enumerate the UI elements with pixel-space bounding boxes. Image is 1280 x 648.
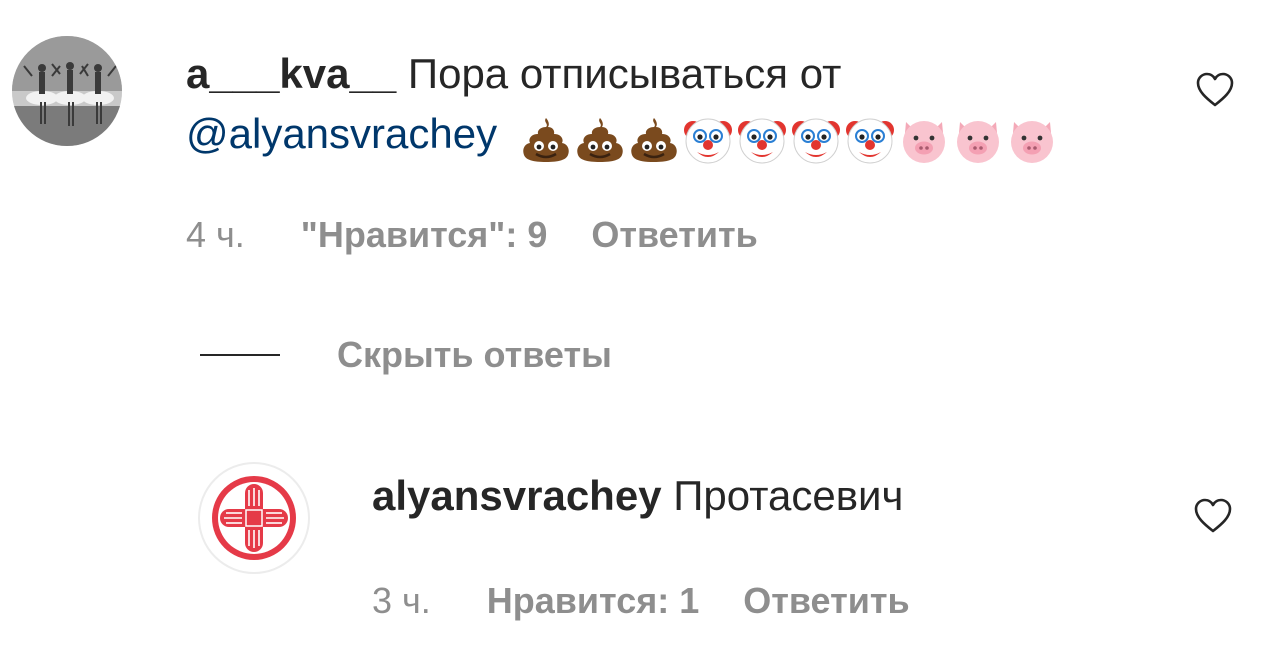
poop-emoji <box>631 118 677 162</box>
pig-emoji <box>1010 121 1053 163</box>
comment-body: a___kva__ Пора отписываться от @alyansvr… <box>186 44 1146 168</box>
hide-replies-button[interactable]: Скрыть ответы <box>337 334 612 376</box>
reply-button[interactable]: Ответить <box>591 214 757 256</box>
pig-emoji <box>902 121 945 163</box>
pig-emoji <box>956 121 999 163</box>
comment-body: alyansvrachey Протасевич <box>372 466 903 526</box>
clown-emoji <box>737 118 786 164</box>
heart-icon[interactable] <box>1194 498 1232 534</box>
mention-link[interactable]: @alyansvrachey <box>186 110 497 157</box>
comment-meta: 3 ч. Нравится: 1 Ответить <box>372 580 910 622</box>
likes-count[interactable]: "Нравится": 9 <box>301 214 548 256</box>
reply-button[interactable]: Ответить <box>743 580 909 622</box>
clown-emoji <box>683 118 732 164</box>
avatar[interactable] <box>198 462 310 574</box>
comment-time: 3 ч. <box>372 580 431 621</box>
comment-text: Протасевич <box>673 472 904 519</box>
red-cross-hands-logo <box>212 476 296 560</box>
ballet-dancers-photo <box>12 36 122 146</box>
heart-icon[interactable] <box>1196 72 1234 108</box>
likes-count[interactable]: Нравится: 1 <box>487 580 699 622</box>
comments-section: a___kva__ Пора отписываться от @alyansvr… <box>0 0 1280 648</box>
comment-text: Пора отписываться от <box>407 50 842 97</box>
comment-meta: 4 ч. "Нравится": 9 Ответить <box>186 214 758 256</box>
divider-line <box>200 354 280 356</box>
clown-emoji <box>845 118 894 164</box>
poop-emoji <box>577 118 623 162</box>
comment-time: 4 ч. <box>186 214 245 255</box>
comment-username[interactable]: a___kva__ <box>186 50 396 97</box>
comment-username[interactable]: alyansvrachey <box>372 472 662 519</box>
avatar[interactable] <box>12 36 122 146</box>
poop-emoji <box>523 118 569 162</box>
emoji-group <box>519 112 1059 168</box>
clown-emoji <box>791 118 840 164</box>
